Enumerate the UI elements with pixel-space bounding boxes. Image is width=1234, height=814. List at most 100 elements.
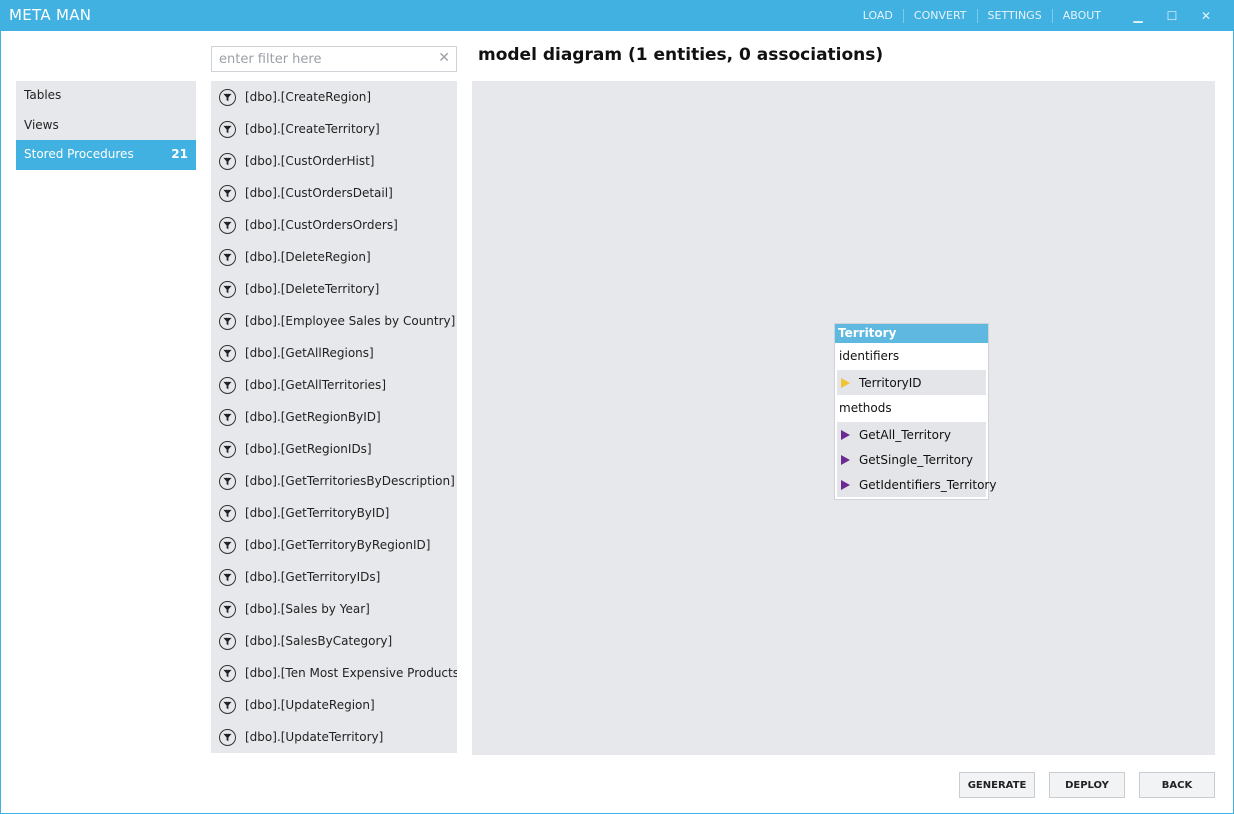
filter-icon[interactable] [219,504,236,522]
list-item[interactable]: [dbo].[GetRegionByID] [211,401,457,433]
list-item-label: [dbo].[UpdateTerritory] [245,730,384,744]
list-item[interactable]: [dbo].[GetTerritoryIDs] [211,561,457,593]
identifiers-label: identifiers [839,349,900,363]
method-label: GetAll_Territory [859,427,952,442]
list-item[interactable]: [dbo].[GetTerritoryByID] [211,497,457,529]
list-item-label: [dbo].[DeleteRegion] [245,250,371,264]
nav-item-tables[interactable]: Tables [16,81,196,111]
list-item-label: [dbo].[DeleteTerritory] [245,282,380,296]
list-item[interactable]: [dbo].[GetRegionIDs] [211,433,457,465]
list-item[interactable]: [dbo].[CustOrdersDetail] [211,177,457,209]
list-item[interactable]: [dbo].[UpdateTerritory] [211,721,457,753]
list-item[interactable]: [dbo].[DeleteTerritory] [211,273,457,305]
filter-icon[interactable] [219,632,236,650]
filter-icon[interactable] [219,152,236,170]
filter-icon[interactable] [219,312,236,330]
filter-icon[interactable] [219,216,236,234]
list-item-label: [dbo].[GetTerritoryIDs] [245,570,381,584]
nav-item-label: Tables [24,88,62,102]
title-bar: META MAN LOAD CONVERT SETTINGS ABOUT ▁ ☐… [1,1,1233,31]
clear-filter-icon[interactable]: ✕ [438,50,450,66]
method-arrow-icon [841,479,850,490]
filter-input[interactable] [212,47,432,71]
maximize-icon[interactable]: ☐ [1155,1,1189,31]
method-row[interactable]: GetIdentifiers_Territory [837,472,996,497]
list-item[interactable]: [dbo].[Employee Sales by Country] [211,305,457,337]
filter-icon[interactable] [219,408,236,426]
filter-icon[interactable] [219,344,236,362]
method-row[interactable]: GetSingle_Territory [837,447,986,472]
filter-icon[interactable] [219,88,236,106]
list-item[interactable]: [dbo].[SalesByCategory] [211,625,457,657]
app-window: META MAN LOAD CONVERT SETTINGS ABOUT ▁ ☐… [0,0,1234,814]
list-item[interactable]: [dbo].[Ten Most Expensive Products] [211,657,457,689]
list-item-label: [dbo].[GetRegionByID] [245,410,381,424]
deploy-button[interactable]: DEPLOY [1049,772,1125,798]
nav-item-views[interactable]: Views [16,111,196,141]
diagram-title: model diagram (1 entities, 0 association… [478,45,884,65]
list-item-label: [dbo].[UpdateRegion] [245,698,375,712]
method-arrow-icon [841,429,850,440]
list-item[interactable]: [dbo].[GetAllTerritories] [211,369,457,401]
filter-icon[interactable] [219,376,236,394]
generate-button[interactable]: GENERATE [959,772,1035,798]
minimize-icon[interactable]: ▁ [1121,1,1155,31]
top-menu: LOAD CONVERT SETTINGS ABOUT ▁ ☐ ✕ [853,1,1223,31]
list-item-label: [dbo].[SalesByCategory] [245,634,393,648]
list-item-label: [dbo].[GetTerritoryByRegionID] [245,538,431,552]
identifier-row[interactable]: TerritoryID [837,370,986,395]
filter-icon[interactable] [219,440,236,458]
list-item-label: [dbo].[GetAllTerritories] [245,378,386,392]
diagram-canvas[interactable]: Territory identifiers TerritoryID method… [472,81,1215,755]
list-item[interactable]: [dbo].[CustOrderHist] [211,145,457,177]
filter-icon[interactable] [219,184,236,202]
list-item-label: [dbo].[CustOrderHist] [245,154,375,168]
list-item[interactable]: [dbo].[UpdateRegion] [211,689,457,721]
filter-icon[interactable] [219,536,236,554]
filter-icon[interactable] [219,248,236,266]
methods-section: GetAll_Territory GetSingle_Territory GetId… [837,422,996,497]
procedure-list: [dbo].[CreateRegion] [dbo].[CreateTerrito… [211,81,457,753]
filter-icon[interactable] [219,472,236,490]
list-item-label: [dbo].[CustOrdersDetail] [245,186,393,200]
method-label: GetIdentifiers_Territory [859,477,997,492]
list-item-label: [dbo].[CustOrdersOrders] [245,218,398,232]
close-icon[interactable]: ✕ [1189,1,1223,31]
list-item[interactable]: [dbo].[CreateTerritory] [211,113,457,145]
list-item-label: [dbo].[CreateTerritory] [245,122,380,136]
list-item[interactable]: [dbo].[CreateRegion] [211,81,457,113]
filter-icon[interactable] [219,728,236,746]
list-item[interactable]: [dbo].[DeleteRegion] [211,241,457,273]
list-item[interactable]: [dbo].[Sales by Year] [211,593,457,625]
list-item[interactable]: [dbo].[GetTerritoryByRegionID] [211,529,457,561]
list-item[interactable]: [dbo].[GetAllRegions] [211,337,457,369]
list-item[interactable]: [dbo].[GetTerritoriesByDescription] [211,465,457,497]
nav-item-label: Stored Procedures [24,147,134,161]
menu-convert[interactable]: CONVERT [904,9,978,23]
filter-icon[interactable] [219,280,236,298]
key-arrow-icon [841,377,850,388]
list-item-label: [dbo].[GetRegionIDs] [245,442,372,456]
list-item-label: [dbo].[Ten Most Expensive Products] [245,666,457,680]
back-button[interactable]: BACK [1139,772,1215,798]
filter-icon[interactable] [219,664,236,682]
method-row[interactable]: GetAll_Territory [837,422,986,447]
app-title: META MAN [9,6,92,24]
count-badge: 21 [171,147,188,161]
object-type-nav: Tables Views Stored Procedures 21 [16,81,196,170]
entity-box[interactable]: Territory identifiers TerritoryID method… [834,323,996,500]
menu-settings[interactable]: SETTINGS [978,9,1053,23]
filter-icon[interactable] [219,120,236,138]
entity-name: Territory [835,324,988,343]
list-item-label: [dbo].[Sales by Year] [245,602,370,616]
list-item[interactable]: [dbo].[CustOrdersOrders] [211,209,457,241]
filter-icon[interactable] [219,600,236,618]
filter-icon[interactable] [219,696,236,714]
list-item-label: [dbo].[GetTerritoryByID] [245,506,390,520]
menu-load[interactable]: LOAD [853,9,904,23]
nav-item-label: Views [24,117,59,132]
methods-label: methods [839,401,892,415]
filter-icon[interactable] [219,568,236,586]
menu-about[interactable]: ABOUT [1053,9,1111,23]
nav-item-stored-procedures[interactable]: Stored Procedures 21 [16,140,196,170]
